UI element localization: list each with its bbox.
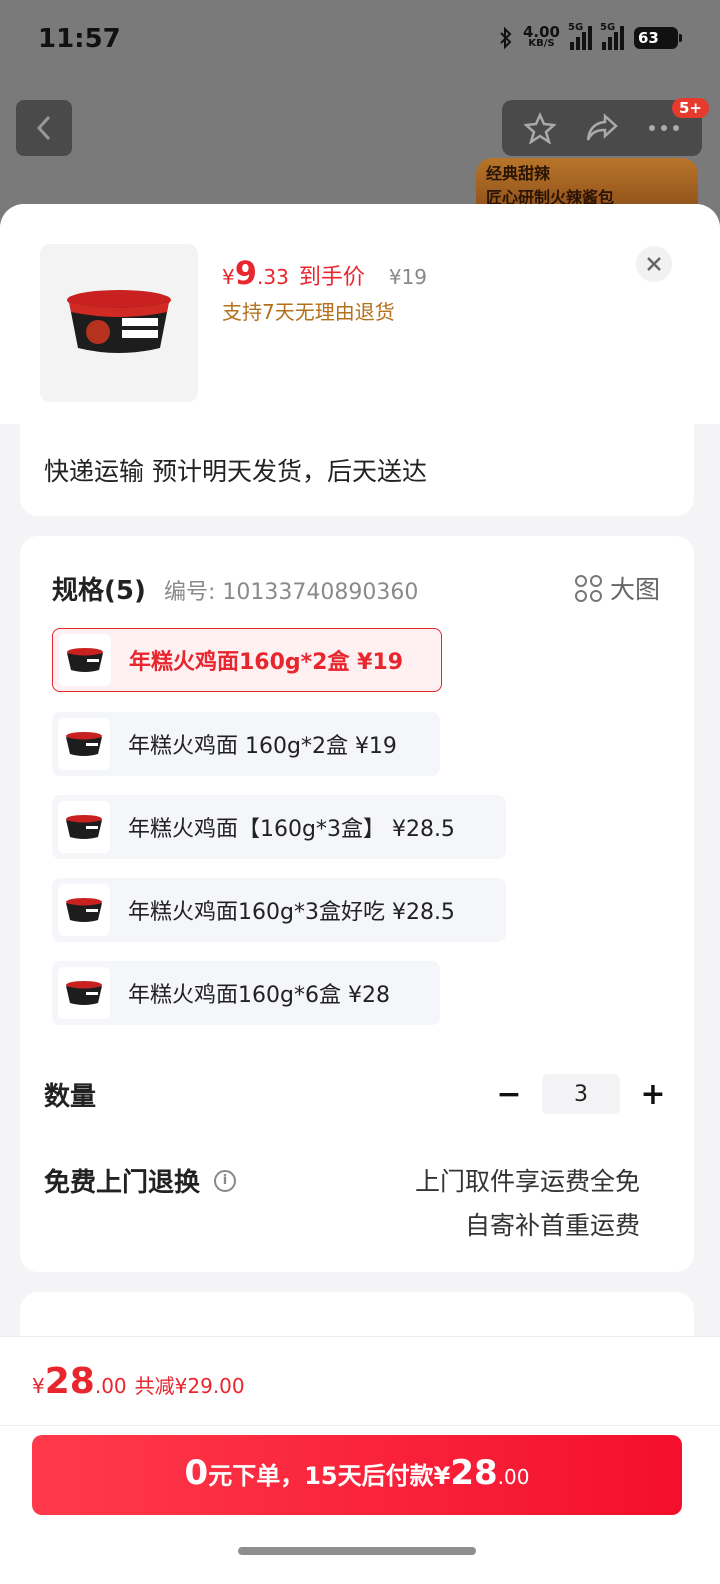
price-line: ¥ 9 .33 到手价 ¥19 [222, 254, 428, 292]
spec-option[interactable]: 年糕火鸡面160g*2盒 ¥19 [52, 628, 442, 692]
delivery-estimate: 快递运输 预计明天发货，后天送达 [44, 457, 427, 486]
spec-option[interactable]: 年糕火鸡面【160g*3盒】 ¥28.5 [52, 795, 506, 859]
sheet-header: ¥ 9 .33 到手价 ¥19 支持7天无理由退货 [0, 204, 720, 424]
share-icon[interactable] [585, 113, 619, 143]
option-thumbnail [58, 718, 110, 770]
free-return-label: 免费上门退换 i [44, 1162, 237, 1199]
divider [0, 1425, 720, 1426]
star-icon[interactable] [524, 112, 557, 144]
big-view-button[interactable]: 大图 [574, 570, 660, 606]
option-thumbnail [59, 634, 111, 686]
delivery-card: 快递运输 预计明天发货，后天送达 [20, 414, 694, 516]
status-time: 11:57 [38, 24, 121, 54]
spec-option[interactable]: 年糕火鸡面160g*6盒 ¥28 [52, 961, 440, 1025]
info-icon[interactable]: i [214, 1169, 237, 1192]
original-price: ¥19 [388, 265, 428, 289]
order-button[interactable]: 0 元下单，15天后付款¥ 28 .00 [32, 1435, 682, 1515]
spec-title: 规格(5) [52, 576, 146, 606]
spec-option[interactable]: 年糕火鸡面 160g*2盒 ¥19 [52, 712, 440, 776]
total-price: ¥ 28 .00 共减¥29.00 [32, 1361, 245, 1402]
option-thumbnail [58, 884, 110, 936]
network-speed: 4.00 KB/S [522, 23, 560, 50]
price-label: 到手价 [298, 265, 365, 290]
signal-icon: 5G [568, 22, 592, 50]
spec-code: 编号: 10133740890360 [164, 580, 419, 605]
free-return-desc: 上门取件享运费全免 自寄补首重运费 [414, 1167, 640, 1240]
quantity-label: 数量 [44, 1082, 97, 1112]
close-icon [647, 257, 661, 271]
status-icons: 4.00 KB/S 5G 5G 63 [499, 22, 682, 50]
price-integer: 9 [234, 254, 257, 292]
checkout-footer: ¥ 28 .00 共减¥29.00 0 元下单，15天后付款¥ 28 .00 [0, 1336, 720, 1584]
option-thumbnail [58, 801, 110, 853]
home-indicator[interactable] [238, 1547, 476, 1555]
spec-option[interactable]: 年糕火鸡面160g*3盒好吃 ¥28.5 [52, 878, 506, 942]
back-button[interactable] [16, 100, 72, 156]
close-button[interactable] [636, 246, 672, 282]
product-image[interactable] [40, 244, 198, 402]
return-policy-note: 支持7天无理由退货 [222, 300, 395, 324]
status-bar: 11:57 4.00 KB/S 5G 5G 63 [0, 0, 720, 80]
quantity-input[interactable]: 3 [542, 1074, 620, 1114]
spec-card: 规格(5) 编号: 10133740890360 大图 年糕火鸡面160g*2盒… [20, 536, 694, 1272]
grid-icon [574, 574, 602, 602]
noodle-bowl-image [67, 290, 171, 353]
quantity-stepper: − 3 + [494, 1074, 668, 1114]
bluetooth-icon [500, 26, 512, 50]
battery-icon: 63 [634, 27, 682, 49]
chevron-left-icon [36, 115, 51, 141]
option-thumbnail [58, 967, 110, 1019]
notification-badge: 5+ [672, 98, 710, 118]
signal-icon-2: 5G [600, 22, 624, 50]
discount-total: 共减¥29.00 [134, 1374, 245, 1398]
more-icon[interactable] [648, 124, 680, 132]
increase-button[interactable]: + [638, 1077, 668, 1112]
decrease-button[interactable]: − [494, 1077, 524, 1112]
